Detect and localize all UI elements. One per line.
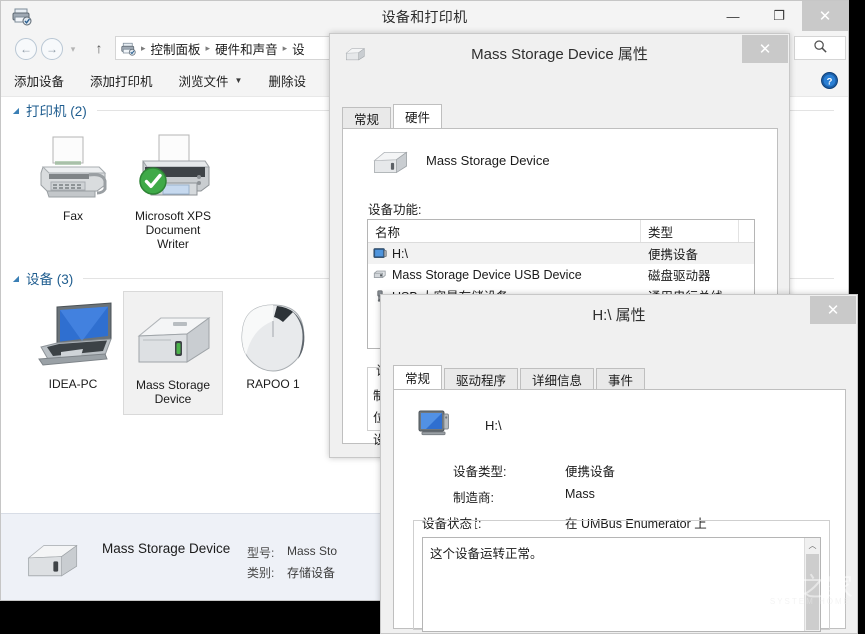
details-category-value: 存储设备 [287,564,335,581]
column-header-filler [739,220,754,242]
add-device-label: 添加设备 [14,71,64,90]
row-name-cell: Mass Storage Device USB Device [368,268,641,282]
group-title-devices: 设备 (3) [26,268,73,288]
recent-locations-button[interactable]: ▾ [67,43,79,55]
tab-details[interactable]: 详细信息 [520,368,594,390]
remove-device-button[interactable]: 删除设 [255,69,319,93]
disk-drive-icon [373,268,387,281]
table-row[interactable]: H:\ 便携设备 [368,243,754,264]
portable-device-icon [417,408,451,441]
tabstrip: 常规 驱动程序 详细信息 事件 [393,365,647,390]
svg-text:?: ? [826,76,832,87]
browse-files-button[interactable]: 浏览文件 ▼ [166,69,256,93]
breadcrumb-item-0[interactable]: 控制面板 [148,39,204,58]
row-type-cell: 磁盘驱动器 [641,265,739,284]
up-button[interactable]: ↑ [91,39,107,57]
tab-hardware[interactable]: 硬件 [393,104,442,129]
portable-device-icon [373,247,387,260]
dialog-titlebar: Mass Storage Device 属性 [330,34,789,72]
scrollbar-thumb[interactable] [806,554,819,630]
group-title-printers: 打印机 (2) [26,100,87,120]
breadcrumb-separator: ▸ [281,43,290,54]
help-icon: ? [820,71,839,90]
fax-icon [29,129,117,205]
add-printer-label: 添加打印机 [90,71,153,90]
tab-driver[interactable]: 驱动程序 [444,368,518,390]
tile-label: RAPOO 1 [246,377,299,391]
maximize-button[interactable]: ❐ [756,1,802,31]
details-device-name: Mass Storage Device [102,541,230,556]
device-tile-fax[interactable]: Fax [23,123,123,259]
breadcrumb-item-1[interactable]: 硬件和声音 [212,39,281,58]
add-device-button[interactable]: 添加设备 [1,69,77,93]
field-value-manufacturer: Mass [565,487,595,501]
back-button[interactable]: ← [15,38,37,60]
list-header: 名称 类型 [368,220,754,243]
tile-label: IDEA-PC [49,377,98,391]
tile-label: Microsoft XPS Document Writer [135,209,211,251]
device-status-textbox[interactable]: 这个设备运转正常。 ︿ [422,537,821,632]
row-name-text: Mass Storage Device USB Device [392,268,582,282]
device-functions-label: 设备功能: [368,199,421,218]
row-name-cell: H:\ [368,247,641,261]
row-type-cell: 便携设备 [641,244,739,263]
harddisk-icon [342,45,368,66]
collapse-caret-icon[interactable]: ◢ [11,105,21,115]
details-model-key: 型号: [247,544,274,561]
details-model-value: Mass Sto [287,544,337,558]
tab-events[interactable]: 事件 [596,368,645,390]
column-header-name[interactable]: 名称 [368,220,641,242]
breadcrumb-separator: ▸ [139,43,148,54]
address-printer-icon [120,41,137,56]
scroll-up-icon[interactable]: ︿ [805,538,820,553]
close-button[interactable]: ✕ [802,1,848,31]
field-value-device-type: 便携设备 [565,461,615,480]
close-button[interactable]: ✕ [810,296,856,324]
collapse-caret-icon[interactable]: ◢ [11,273,21,283]
forward-button[interactable]: → [41,38,63,60]
browse-files-label: 浏览文件 [179,71,229,90]
tile-label: Fax [63,209,83,223]
dialog-device-name: H:\ [485,418,502,433]
dialog-title: Mass Storage Device 属性 [471,43,648,64]
dialog-titlebar: H:\ 属性 [381,295,857,333]
search-icon [813,39,828,57]
chevron-down-icon: ▼ [235,76,243,85]
harddisk-icon [19,536,85,587]
dialog-title: H:\ 属性 [592,304,645,325]
device-tile-xps-writer[interactable]: Microsoft XPS Document Writer [123,123,223,259]
breadcrumb-separator: ▸ [204,43,213,54]
search-input[interactable] [794,36,846,60]
device-status-text: 这个设备运转正常。 [430,543,543,562]
harddisk-icon [127,298,219,374]
tile-label: Mass Storage Device [136,378,210,406]
column-header-type[interactable]: 类型 [641,220,739,242]
window-titlebar: 设备和打印机 — ❐ ✕ [1,1,848,32]
dialog-device-name: Mass Storage Device [426,153,550,168]
harddisk-icon [367,146,413,181]
breadcrumb-item-2[interactable]: 设 [289,39,308,58]
tab-general[interactable]: 常规 [342,107,391,129]
tab-general[interactable]: 常规 [393,365,442,390]
row-name-text: H:\ [392,247,408,261]
details-category-key: 类别: [247,564,274,581]
field-key-device-type: 设备类型: [453,461,506,480]
laptop-icon [27,297,119,373]
remove-device-label: 删除设 [268,71,306,90]
mouse-icon [227,297,319,373]
device-tile-mass-storage[interactable]: Mass Storage Device [123,291,223,415]
field-key-manufacturer: 制造商: [453,487,494,506]
minimize-button[interactable]: — [710,1,756,31]
device-tile-idea-pc[interactable]: IDEA-PC [23,291,123,415]
table-row[interactable]: Mass Storage Device USB Device 磁盘驱动器 [368,264,754,285]
device-tile-rapoo-mouse[interactable]: RAPOO 1 [223,291,323,415]
printer-icon [127,129,219,205]
h-drive-properties-dialog: H:\ 属性 ✕ 常规 驱动程序 详细信息 事件 H:\ 设备类型: 便携设备 … [380,294,858,634]
scrollbar[interactable]: ︿ [804,538,820,631]
help-button[interactable]: ? [816,67,842,93]
tabstrip: 常规 硬件 [342,104,444,129]
close-button[interactable]: ✕ [742,35,788,63]
general-tab-panel: H:\ 设备类型: 便携设备 制造商: Mass 位置: 在 UMBus Enu… [393,389,846,629]
add-printer-button[interactable]: 添加打印机 [77,69,166,93]
